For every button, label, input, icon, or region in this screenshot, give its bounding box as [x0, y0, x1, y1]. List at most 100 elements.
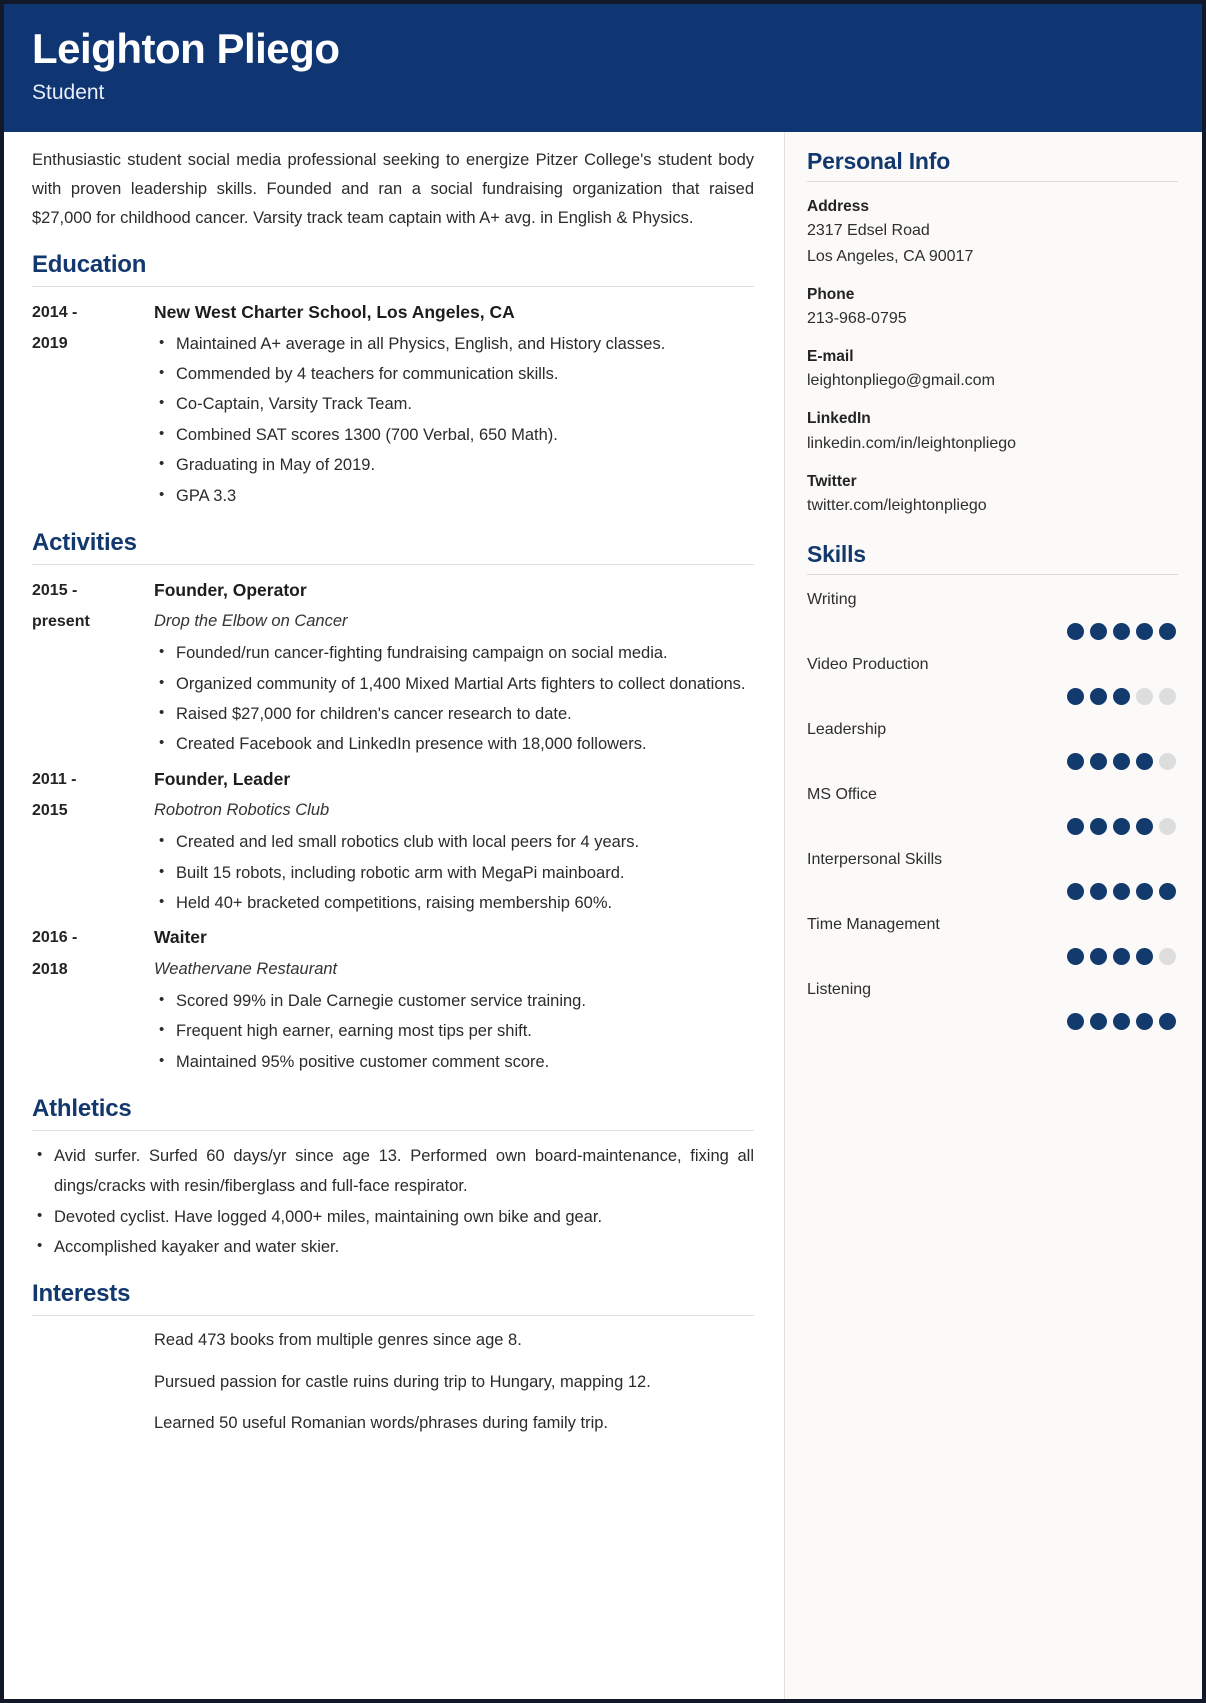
- resume-header: Leighton Pliego Student: [4, 4, 1202, 132]
- activity-entry: 2011 - 2015 Founder, Leader Robotron Rob…: [32, 764, 754, 919]
- interests-list: Read 473 books from multiple genres sinc…: [154, 1326, 754, 1438]
- list-item: Graduating in May of 2019.: [154, 450, 754, 480]
- field-label: Phone: [807, 286, 855, 304]
- rating-dot-filled: [1113, 817, 1130, 835]
- activity-entry-date: 2015 - present: [32, 575, 154, 760]
- date-line-1: 2014 -: [32, 303, 78, 321]
- list-item: GPA 3.3: [154, 481, 754, 511]
- list-item: Organized community of 1,400 Mixed Marti…: [154, 669, 754, 699]
- activity-entry: 2015 - present Founder, Operator Drop th…: [32, 575, 754, 760]
- section-rule: [32, 1315, 754, 1317]
- personal-info-field-address: Address 2317 Edsel Road Los Angeles, CA …: [807, 195, 1178, 270]
- sidebar-column: Personal Info Address 2317 Edsel Road Lo…: [784, 132, 1202, 1699]
- rating-dot-filled: [1067, 947, 1084, 965]
- skill-rating-dots: [807, 687, 1178, 705]
- sidebar-rule: [807, 181, 1178, 182]
- date-line-1: 2015 -: [32, 581, 78, 599]
- field-value[interactable]: linkedin.com/in/leightonpliego: [807, 431, 1178, 457]
- personal-info-field-phone: Phone 213-968-0795: [807, 283, 1178, 332]
- rating-dot-filled: [1067, 882, 1084, 900]
- skill-row: Writing: [807, 588, 1178, 640]
- skills-list: Writing Video Production Leadership MS Offi…: [807, 588, 1178, 1030]
- list-item: Accomplished kayaker and water skier.: [32, 1232, 754, 1262]
- activity-entry-body: Founder, Leader Robotron Robotics Club C…: [154, 764, 754, 919]
- list-item: Held 40+ bracketed competitions, raising…: [154, 888, 754, 918]
- activity-organization: Weathervane Restaurant: [154, 959, 338, 978]
- field-value[interactable]: leightonpliego@gmail.com: [807, 368, 1178, 394]
- rating-dot-filled: [1136, 1012, 1153, 1030]
- section-rule: [32, 285, 754, 287]
- list-item: Combined SAT scores 1300 (700 Verbal, 65…: [154, 420, 754, 450]
- rating-dot-filled: [1067, 687, 1084, 705]
- list-item: Scored 99% in Dale Carnegie customer ser…: [154, 986, 754, 1016]
- rating-dot-filled: [1090, 947, 1107, 965]
- rating-dot-filled: [1090, 687, 1107, 705]
- activity-entry-body: Founder, Operator Drop the Elbow on Canc…: [154, 575, 754, 760]
- sidebar-rule: [807, 573, 1178, 575]
- list-item: Avid surfer. Surfed 60 days/yr since age…: [32, 1141, 754, 1202]
- field-value: Los Angeles, CA 90017: [807, 248, 974, 266]
- personal-info-field-email: E-mail leightonpliego@gmail.com: [807, 345, 1178, 394]
- personal-info-field-twitter: Twitter twitter.com/leightonpliego: [807, 470, 1178, 519]
- date-line-2: 2015: [32, 802, 68, 820]
- skill-name: Leadership: [807, 720, 887, 738]
- section-heading-education: Education: [32, 250, 147, 278]
- rating-dot-empty: [1136, 687, 1153, 705]
- candidate-name: Leighton Pliego: [32, 25, 340, 72]
- skill-row: Leadership: [807, 718, 1178, 770]
- rating-dot-empty: [1159, 947, 1176, 965]
- activity-role: Founder, Operator: [154, 579, 307, 600]
- resume-page: Leighton Pliego Student Enthusiastic stu…: [0, 0, 1206, 1703]
- field-label: E-mail: [807, 348, 854, 366]
- activity-bullets: Created and led small robotics club with…: [154, 827, 754, 918]
- rating-dot-filled: [1136, 947, 1153, 965]
- rating-dot-filled: [1113, 947, 1130, 965]
- skill-row: Video Production: [807, 653, 1178, 705]
- list-item: Built 15 robots, including robotic arm w…: [154, 858, 754, 888]
- activity-organization: Drop the Elbow on Cancer: [154, 612, 348, 631]
- skill-row: Listening: [807, 978, 1178, 1030]
- section-heading-athletics: Athletics: [32, 1094, 132, 1122]
- education-bullets: Maintained A+ average in all Physics, En…: [154, 329, 754, 511]
- rating-dot-filled: [1159, 1012, 1176, 1030]
- skill-rating-dots: [807, 752, 1178, 770]
- skill-name: Video Production: [807, 655, 929, 673]
- section-heading-interests: Interests: [32, 1280, 131, 1308]
- field-value: 213-968-0795: [807, 310, 907, 328]
- rating-dot-filled: [1090, 817, 1107, 835]
- rating-dot-filled: [1136, 752, 1153, 770]
- field-label: LinkedIn: [807, 410, 871, 428]
- field-value[interactable]: twitter.com/leightonpliego: [807, 493, 1178, 519]
- skill-row: MS Office: [807, 783, 1178, 835]
- activity-entry-date: 2011 - 2015: [32, 764, 154, 919]
- activity-entry-body: Waiter Weathervane Restaurant Scored 99%…: [154, 922, 754, 1077]
- list-item: Commended by 4 teachers for communicatio…: [154, 359, 754, 389]
- skill-name: Listening: [807, 980, 872, 998]
- rating-dot-filled: [1159, 882, 1176, 900]
- school-name: New West Charter School, Los Angeles, CA: [154, 301, 515, 322]
- summary-paragraph: Enthusiastic student social media profes…: [32, 151, 754, 227]
- activity-role: Founder, Leader: [154, 768, 291, 789]
- rating-dot-filled: [1136, 882, 1153, 900]
- sidebar-heading-skills: Skills: [807, 540, 866, 567]
- skill-name: Time Management: [807, 915, 940, 933]
- rating-dot-filled: [1067, 622, 1084, 640]
- activity-bullets: Founded/run cancer-fighting fundraising …: [154, 638, 754, 759]
- skill-name: Interpersonal Skills: [807, 850, 943, 868]
- rating-dot-filled: [1136, 622, 1153, 640]
- rating-dot-empty: [1159, 752, 1176, 770]
- section-rule: [32, 1129, 754, 1131]
- rating-dot-filled: [1090, 752, 1107, 770]
- activity-role: Waiter: [154, 927, 207, 948]
- field-label: Twitter: [807, 472, 857, 490]
- rating-dot-filled: [1113, 882, 1130, 900]
- skill-rating-dots: [807, 1012, 1178, 1030]
- education-entry-date: 2014 - 2019: [32, 297, 154, 511]
- rating-dot-filled: [1136, 817, 1153, 835]
- activity-entry: 2016 - 2018 Waiter Weathervane Restauran…: [32, 922, 754, 1077]
- list-item: Devoted cyclist. Have logged 4,000+ mile…: [32, 1202, 754, 1232]
- date-line-1: 2011 -: [32, 770, 77, 788]
- skill-row: Interpersonal Skills: [807, 848, 1178, 900]
- candidate-job-title: Student: [32, 81, 105, 105]
- list-item: Created and led small robotics club with…: [154, 827, 754, 857]
